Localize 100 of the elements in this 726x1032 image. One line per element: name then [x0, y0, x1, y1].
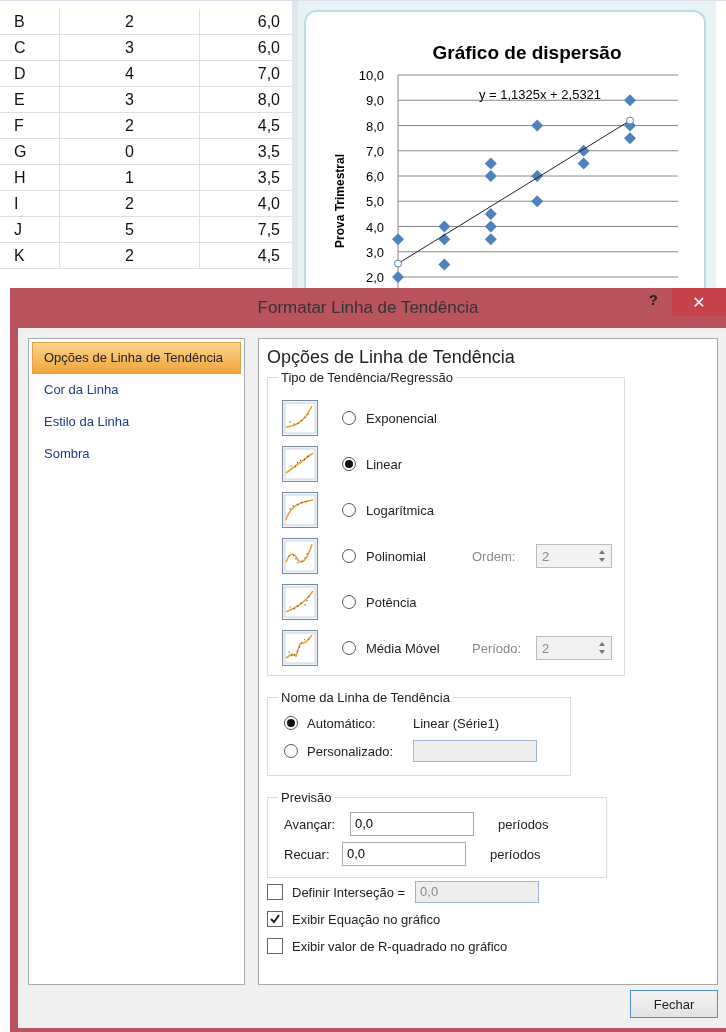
tick-label: 3,0: [365, 244, 384, 260]
table-cell-text: 6,0: [256, 37, 281, 58]
tick-label: 7,0: [365, 143, 384, 159]
checkbox-label: Exibir valor de R-quadrado no gráfico: [292, 938, 508, 954]
table-cell-text: 3,5: [256, 141, 281, 162]
table-cell: B: [0, 8, 60, 35]
field-label: Recuar:: [284, 846, 331, 862]
table-cell: 4: [60, 60, 200, 87]
field-label: Período:: [472, 640, 523, 656]
table-cell: G: [0, 138, 60, 165]
tick-label: 9,0: [365, 93, 384, 109]
table-cell: J: [0, 216, 60, 243]
tick-label: 6,0: [365, 169, 384, 184]
trend-chart-icon[interactable]: [282, 538, 318, 574]
table-cell: 5: [60, 216, 200, 243]
table-cell: 2: [60, 242, 200, 269]
data-point: [484, 170, 497, 182]
radio-button[interactable]: [342, 411, 356, 425]
data-point: [577, 144, 590, 157]
radio-label: Potência: [366, 594, 418, 610]
radio-label: Exponencial: [366, 410, 438, 426]
radio-button[interactable]: [342, 595, 356, 609]
table-cell: C: [0, 34, 60, 61]
data-point: [577, 157, 590, 170]
trend-chart-icon[interactable]: [282, 492, 318, 528]
table-cell: H: [0, 164, 60, 191]
close-button[interactable]: ✕: [672, 288, 726, 316]
group-label: Nome da Linha de Tendência: [280, 690, 451, 705]
radio-button[interactable]: [342, 549, 356, 563]
data-point: [392, 233, 404, 246]
sidebar-item[interactable]: Opções de Linha de Tendência: [32, 342, 241, 374]
trendline-name: Linear (Série1): [413, 715, 499, 731]
chart-title: Gráfico de dispersão: [432, 42, 622, 63]
tick-label: 2,0: [365, 270, 384, 285]
data-point: [624, 94, 636, 107]
data-point: [531, 170, 544, 182]
trend-chart-icon[interactable]: [282, 584, 318, 620]
checkbox[interactable]: [267, 911, 283, 927]
axis-title: Prova Trimestral: [333, 153, 347, 249]
input-field[interactable]: 0,0: [342, 842, 466, 866]
table-cell: F: [0, 112, 60, 139]
tick-label: 5,0: [365, 194, 384, 210]
group-label: Previsão: [280, 790, 333, 805]
field-label: Avançar:: [284, 816, 337, 832]
table-cell-text: 4,5: [256, 245, 281, 266]
table-cell: 2: [60, 112, 200, 139]
data-point: [531, 119, 544, 132]
panel-heading: Opções de Linha de Tendência: [267, 347, 516, 368]
trend-chart-icon[interactable]: [282, 630, 318, 666]
unit-label: períodos: [490, 846, 541, 862]
data-point: [484, 233, 497, 246]
field-label: Ordem:: [472, 548, 517, 564]
table-cell: I: [0, 190, 60, 217]
radio-button[interactable]: [342, 503, 356, 517]
radio-button[interactable]: [284, 716, 298, 730]
checkbox-label: Exibir Equação no gráfico: [292, 911, 441, 927]
radio-label: Personalizado:: [307, 743, 394, 759]
group-label: Tipo de Tendência/Regressão: [280, 370, 454, 385]
checkbox[interactable]: [267, 884, 283, 900]
table-cell: 3: [60, 86, 200, 113]
close-dialog-button[interactable]: Fechar: [630, 990, 718, 1018]
table-cell-text: 4,5: [256, 115, 281, 136]
table-cell-text: 7,0: [256, 63, 281, 84]
trend-equation: y = 1,1325x + 2,5321: [478, 87, 602, 102]
tick-label: 10,0: [358, 68, 384, 83]
checkbox[interactable]: [267, 938, 283, 954]
sidebar-item[interactable]: Sombra: [32, 438, 241, 470]
trend-chart-icon[interactable]: [282, 400, 318, 436]
data-point: [484, 220, 497, 233]
radio-button[interactable]: [342, 457, 356, 471]
data-point: [392, 271, 404, 283]
radio-label: Média Móvel: [366, 640, 441, 656]
table-cell: D: [0, 60, 60, 87]
checkbox-label: Definir Interseção =: [292, 884, 406, 900]
table-cell-text: 4,0: [256, 193, 281, 214]
sidebar-item[interactable]: Cor da Linha: [32, 374, 241, 406]
window-title: Formatar Linha de Tendência: [257, 298, 479, 318]
radio-label: Automático:: [307, 715, 377, 731]
data-point: [484, 157, 497, 170]
table-cell-text: 3,5: [256, 167, 281, 188]
data-point: [531, 195, 544, 208]
tick-label: 4,0: [365, 219, 384, 235]
data-point: [484, 207, 497, 220]
input-field[interactable]: 0,0: [350, 812, 474, 836]
data-point: [438, 258, 451, 271]
trend-chart-icon[interactable]: [282, 446, 318, 482]
table-cell: K: [0, 242, 60, 269]
data-point: [624, 132, 636, 145]
table-cell-text: 7,5: [256, 219, 281, 240]
radio-button[interactable]: [342, 641, 356, 655]
table-cell: 3: [60, 34, 200, 61]
radio-label: Logarítmica: [366, 502, 435, 518]
data-point: [438, 220, 451, 233]
sidebar-item[interactable]: Estilo da Linha: [32, 406, 241, 438]
unit-label: períodos: [498, 816, 549, 832]
radio-button[interactable]: [284, 744, 298, 758]
table-cell-text: 8,0: [256, 89, 281, 110]
table-cell: E: [0, 86, 60, 113]
table-cell: 1: [60, 164, 200, 191]
table-cell: 2: [60, 8, 200, 35]
